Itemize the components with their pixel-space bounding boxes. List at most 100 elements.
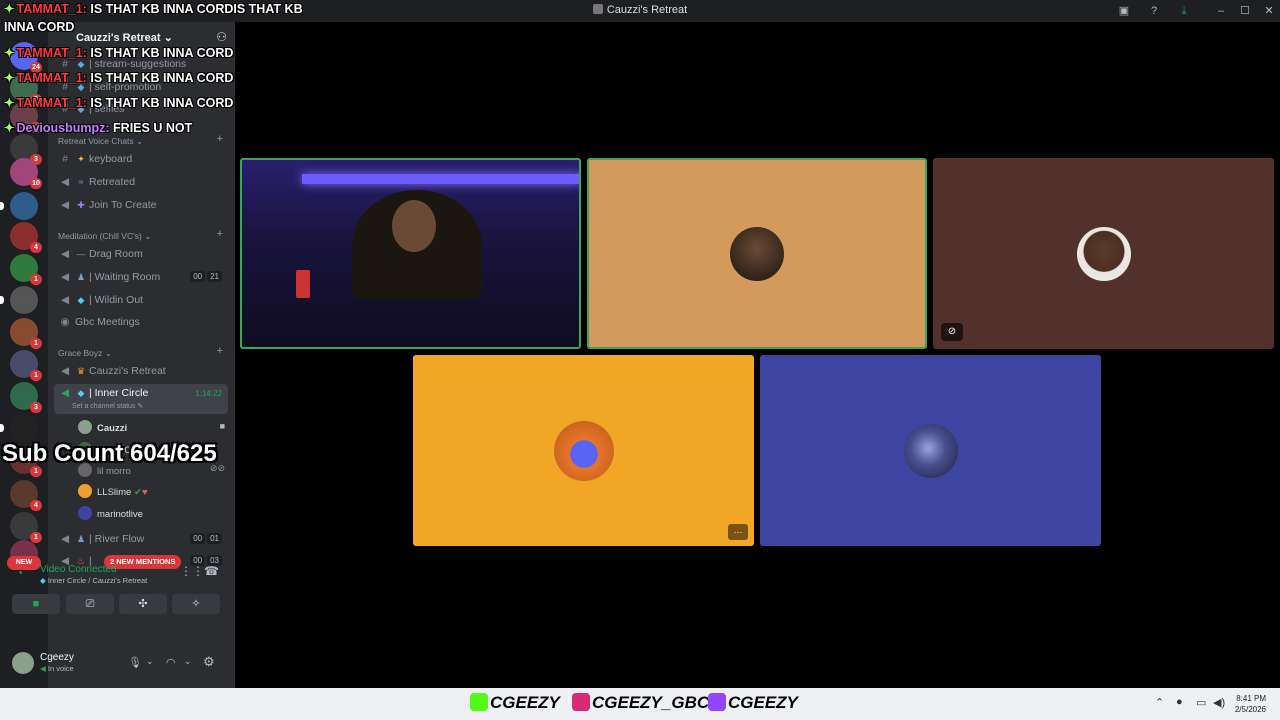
add-channel-icon[interactable]: + [217, 228, 223, 240]
video-tile-user-3[interactable]: ⊘ [933, 158, 1274, 349]
server-badge: 1 [30, 370, 42, 381]
add-channel-icon[interactable]: + [217, 345, 223, 357]
chat-user: TAMMAT_1: [16, 46, 87, 60]
download-icon[interactable]: ⤓ [1176, 3, 1192, 19]
channel-inner-circle[interactable]: ◀ ◆ | Inner Circle 1:14:22 Set a channel s… [54, 384, 228, 414]
channel-status[interactable]: Set a channel status ✎ [72, 402, 143, 410]
channel-emoji: — [76, 249, 86, 259]
close-icon[interactable]: ✕ [1261, 3, 1277, 19]
voice-status[interactable]: Video Connected [40, 564, 117, 575]
server-badge: 1 [30, 532, 42, 543]
add-channel-icon[interactable]: + [217, 133, 223, 145]
chevron-up-icon[interactable]: ⌃ [1155, 696, 1164, 709]
server-icon[interactable] [0, 286, 38, 314]
channel-wildin-out[interactable]: ◀ ◆ | Wildin Out [58, 294, 228, 312]
chevron-down-icon[interactable]: ⌄ [146, 656, 154, 667]
server-icon[interactable]: 10 [10, 158, 42, 189]
voice-member[interactable]: LLSlime ✔♥ [78, 484, 148, 500]
chat-user: Deviousbumpz: [16, 121, 110, 135]
soundboard-icon: ✧ [191, 598, 201, 610]
instagram-icon [572, 693, 590, 711]
category-voice-chats[interactable]: Retreat Voice Chats ⌄ [58, 136, 143, 147]
inbox-icon[interactable]: ▣ [1116, 3, 1132, 19]
chevron-down-icon: ⌄ [163, 32, 173, 44]
category-meditation[interactable]: Meditation (Chill VC's) ⌄ [58, 231, 151, 242]
user-count: 00 01 [188, 533, 222, 544]
server-icon[interactable]: 1 [10, 318, 42, 349]
voice-member[interactable]: marinotlive [78, 506, 143, 522]
server-icon[interactable]: 4 [10, 222, 42, 253]
network-icon[interactable]: ▭ [1196, 696, 1206, 709]
server-name-text: Cauzzi's Retreat [76, 32, 161, 44]
channel-emoji: ♟ [76, 272, 86, 282]
camera-button[interactable]: ■ [12, 594, 60, 614]
sparkle-icon: ✦ [4, 96, 15, 110]
server-name[interactable]: Cauzzi's Retreat ⌄ [76, 31, 173, 44]
channel-drag-room[interactable]: ◀ — Drag Room [58, 248, 228, 266]
channel-retreated[interactable]: ◀ ≈ Retreated [58, 176, 228, 194]
unread-indicator [0, 296, 4, 304]
voice-member[interactable]: Cauzzi [78, 420, 127, 436]
server-icon[interactable] [0, 192, 38, 220]
category-label: Meditation (Chill VC's) [58, 231, 142, 241]
chevron-down-icon: ⌄ [104, 348, 112, 358]
server-badge: 4 [30, 500, 42, 511]
server-icon[interactable]: 1 [10, 512, 42, 543]
more-options-button[interactable]: ··· [728, 524, 748, 540]
chevron-down-icon: ⌄ [135, 136, 144, 146]
channel-cauzzis-retreat[interactable]: ◀ ♛ Cauzzi's Retreat [58, 365, 228, 383]
server-badge: 3 [30, 402, 42, 413]
settings-icon[interactable]: ⚙ [203, 654, 215, 670]
video-tile-user-2[interactable] [587, 158, 927, 349]
signal-icon[interactable]: ◔ [16, 566, 23, 580]
server-icon[interactable]: 1 [10, 350, 42, 381]
channel-gbc-meetings[interactable]: ◉ Gbc Meetings [58, 316, 228, 334]
server-icon[interactable]: 1 [10, 254, 42, 285]
soundboard-button[interactable]: ✧ [172, 594, 220, 614]
help-icon[interactable]: ? [1146, 3, 1162, 19]
disconnect-icon[interactable]: ☎ [204, 564, 219, 578]
chat-message: ✦ TAMMAT_1: IS THAT KB INNA CORD [4, 45, 233, 60]
category-grace-boyz[interactable]: Grace Boyz ⌄ [58, 348, 112, 359]
video-tile-streamer[interactable] [240, 158, 581, 349]
clock[interactable]: 8:41 PM 2/5/2026 [1235, 693, 1266, 715]
channel-waiting-room[interactable]: ◀ ♟ | Waiting Room 00 21 [58, 271, 228, 289]
maximize-icon[interactable]: ☐ [1237, 3, 1253, 19]
channel-emoji: ◆ [77, 295, 85, 305]
user-name[interactable]: Cgeezy [40, 652, 74, 663]
avatar[interactable] [12, 652, 34, 674]
channel-join-to-create[interactable]: ◀ ✚ Join To Create [58, 199, 228, 217]
channel-label: | Waiting Room [89, 271, 161, 283]
channel-label: Retreated [89, 176, 136, 188]
volume-icon[interactable]: ◀) [1213, 696, 1225, 709]
channel-keyboard[interactable]: # ✦ keyboard [58, 153, 228, 171]
channel-river-flow[interactable]: ◀ ♟ | River Flow 00 01 [58, 533, 228, 551]
chat-message: ✦ Deviousbumpz: FRIES U NOT [4, 120, 192, 135]
server-icon[interactable]: 4 [10, 480, 42, 511]
server-icon[interactable] [0, 414, 38, 442]
clock-date: 2/5/2026 [1234, 705, 1266, 714]
chevron-down-icon[interactable]: ⌄ [184, 656, 192, 667]
cup-image [296, 270, 310, 298]
screen-share-button[interactable]: ⎚ [66, 594, 114, 614]
video-tile-user-5[interactable] [760, 355, 1101, 546]
video-tile-user-4[interactable]: ··· [413, 355, 754, 546]
chat-user: TAMMAT_1: [16, 2, 87, 16]
chat-text: IS THAT KB INNA CORD [90, 46, 234, 60]
sparkle-icon: ✦ [4, 71, 15, 85]
kick-handle: CGEEZY [470, 693, 560, 713]
activities-button[interactable]: ✣ [119, 594, 167, 614]
headphones-icon[interactable]: ◠ [166, 656, 176, 669]
sparkle-icon: ✦ [4, 121, 15, 135]
server-badge: 10 [30, 178, 42, 189]
chat-text: IS THAT KB INNA CORD [90, 96, 234, 110]
voice-channel-path[interactable]: ◆ Inner Circle / Cauzzi's Retreat [40, 576, 147, 585]
server-icon[interactable]: 3 [10, 382, 42, 413]
channel-label: Drag Room [89, 248, 143, 260]
add-user-icon[interactable]: ⚇ [216, 30, 227, 44]
chat-text: IS THAT KB INNA CORDIS THAT KB [90, 2, 303, 16]
noise-suppression-icon[interactable]: ⋮⋮ [180, 564, 204, 578]
microphone-icon[interactable]: ● [1176, 696, 1183, 708]
microphone-icon[interactable]: 🎙 [128, 656, 142, 669]
minimize-icon[interactable]: – [1213, 3, 1229, 19]
